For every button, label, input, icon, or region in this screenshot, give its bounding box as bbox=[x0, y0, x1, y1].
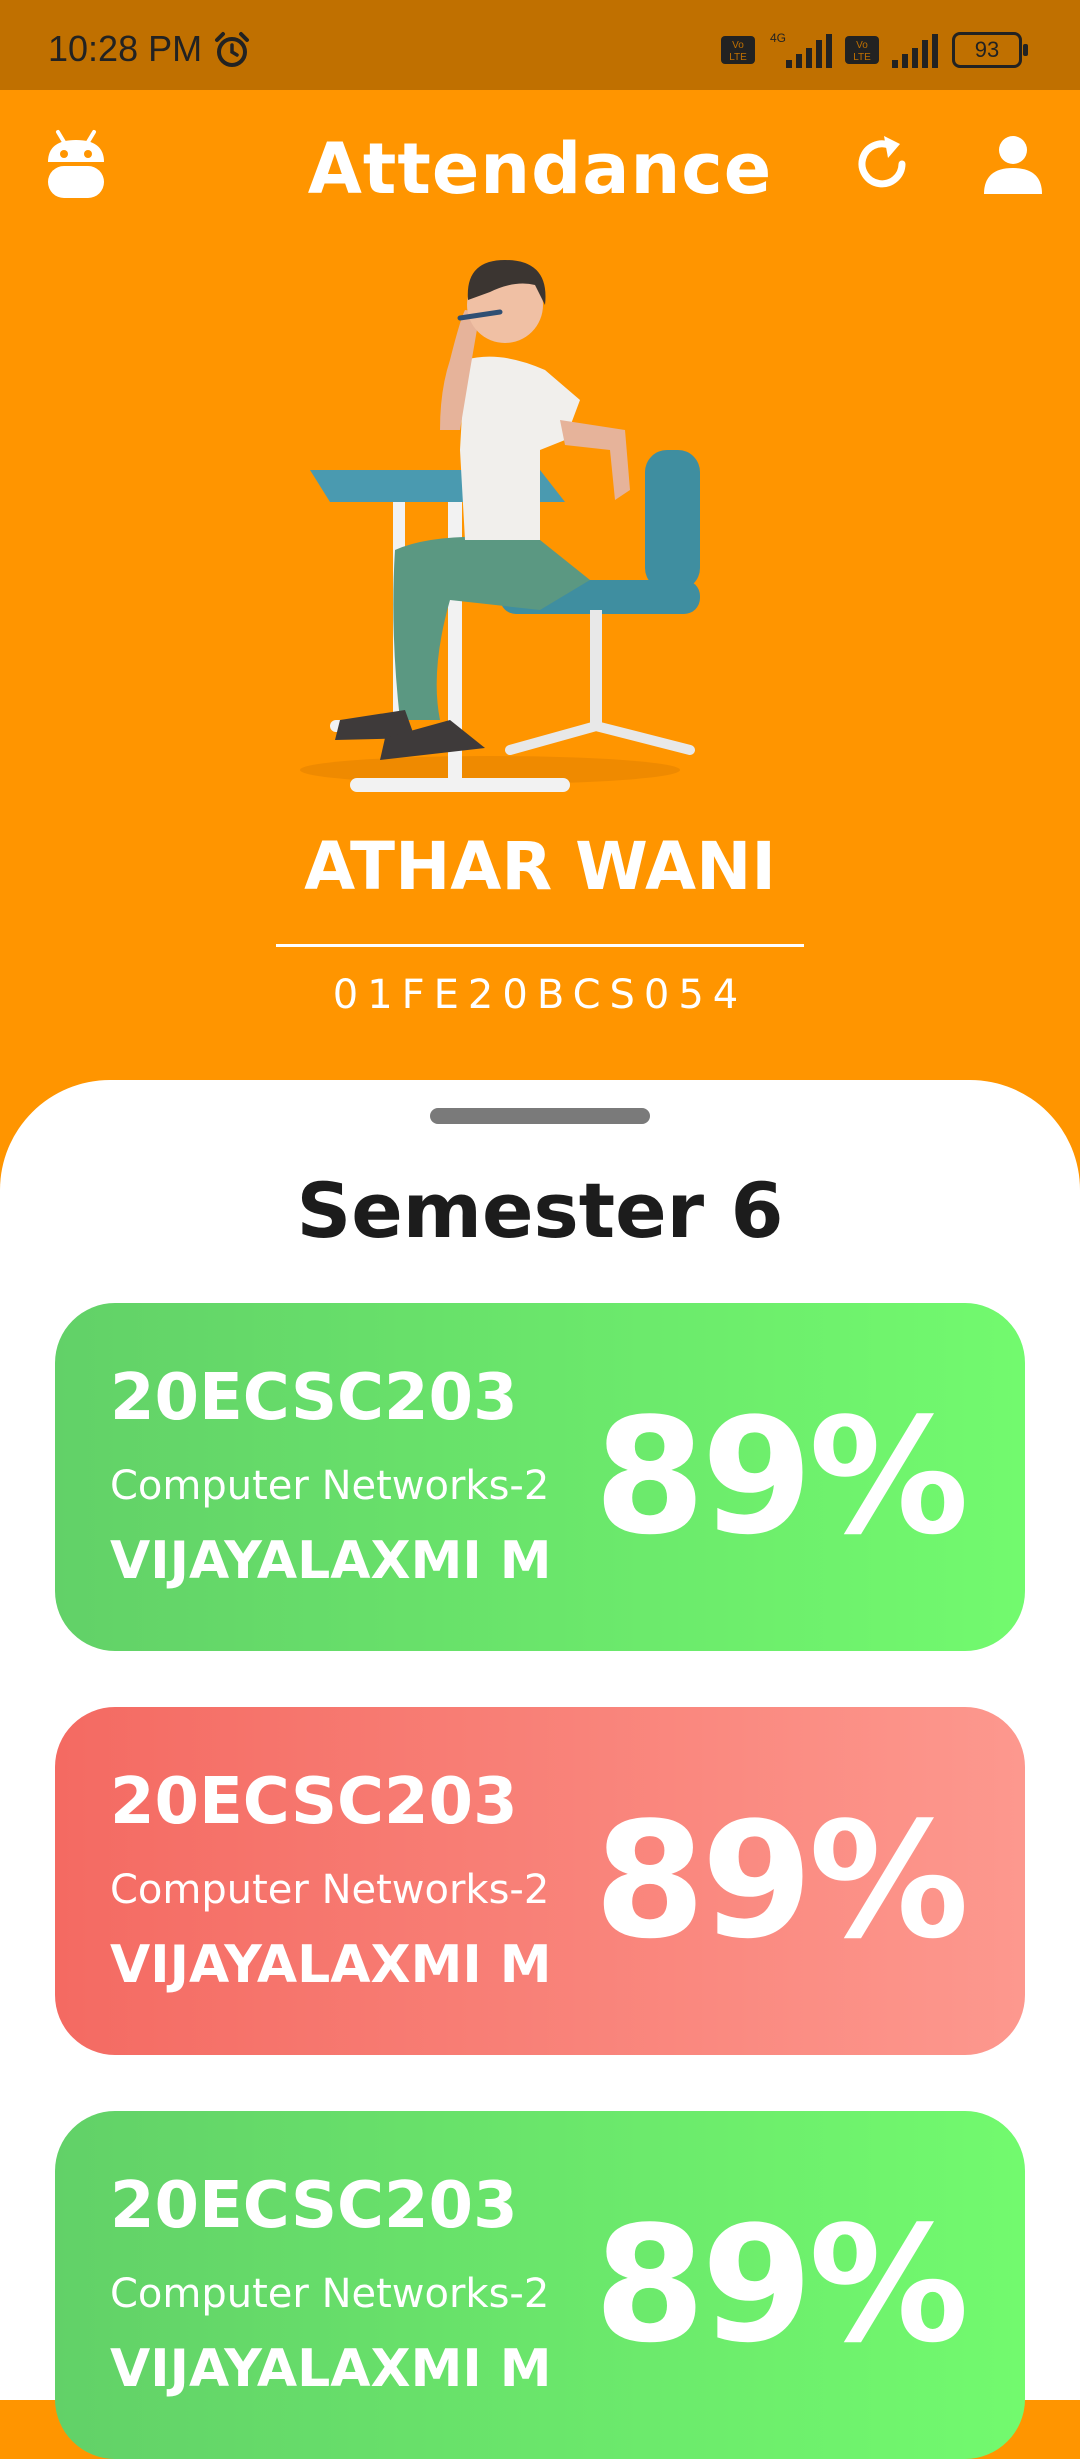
status-time: 10:28 PM bbox=[48, 28, 203, 69]
svg-text:LTE: LTE bbox=[853, 52, 871, 63]
semester-title: Semester 6 bbox=[296, 1166, 784, 1255]
course-teacher: VIJAYALAXMI M bbox=[110, 1531, 552, 1591]
svg-text:4G: 4G bbox=[770, 31, 786, 45]
signal-icon bbox=[892, 34, 938, 68]
course-subject: Computer Networks-2 bbox=[110, 1867, 550, 1913]
course-card[interactable]: 20ECSC203 Computer Networks-2 VIJAYALAXM… bbox=[55, 1303, 1025, 1651]
course-subject: Computer Networks-2 bbox=[110, 2271, 550, 2317]
volte-icon: Vo LTE bbox=[721, 36, 755, 64]
battery-icon: 93 bbox=[952, 32, 1028, 68]
course-code: 20ECSC203 bbox=[110, 1765, 518, 1839]
course-card[interactable]: 20ECSC203 Computer Networks-2 VIJAYALAXM… bbox=[55, 2111, 1025, 2459]
volte-icon: Vo LTE bbox=[845, 36, 879, 64]
refresh-icon[interactable] bbox=[850, 132, 914, 196]
profile-icon[interactable] bbox=[980, 132, 1046, 198]
student-illustration bbox=[300, 260, 700, 792]
page-title: Attendance bbox=[307, 128, 773, 210]
svg-text:Vo: Vo bbox=[732, 40, 744, 51]
alarm-icon bbox=[215, 32, 249, 67]
svg-text:LTE: LTE bbox=[729, 52, 747, 63]
student-id: 01FE20BCS054 bbox=[332, 972, 748, 1018]
app-bar: Attendance bbox=[0, 90, 1080, 250]
course-teacher: VIJAYALAXMI M bbox=[110, 2339, 552, 2399]
course-code: 20ECSC203 bbox=[110, 2169, 518, 2243]
course-subject: Computer Networks-2 bbox=[110, 1463, 550, 1509]
attendance-percent: 89% bbox=[594, 1787, 969, 1974]
signal-icon: 4G bbox=[770, 31, 832, 68]
course-teacher: VIJAYALAXMI M bbox=[110, 1935, 552, 1995]
name-divider bbox=[276, 944, 804, 947]
student-name: ATHAR WANI bbox=[304, 828, 776, 905]
attendance-sheet[interactable]: Semester 6 20ECSC203 Computer Networks-2… bbox=[0, 1080, 1080, 2459]
course-card[interactable]: 20ECSC203 Computer Networks-2 VIJAYALAXM… bbox=[55, 1707, 1025, 2055]
status-bar: 10:28 PM Vo LTE 4G Vo LTE 93 bbox=[0, 0, 1080, 90]
status-icons: Vo LTE 4G Vo LTE 93 bbox=[720, 30, 1028, 70]
drag-handle[interactable] bbox=[430, 1108, 650, 1124]
svg-text:Vo: Vo bbox=[856, 40, 868, 51]
course-code: 20ECSC203 bbox=[110, 1361, 518, 1435]
attendance-percent: 89% bbox=[594, 1383, 969, 1570]
attendance-percent: 89% bbox=[594, 2191, 969, 2378]
